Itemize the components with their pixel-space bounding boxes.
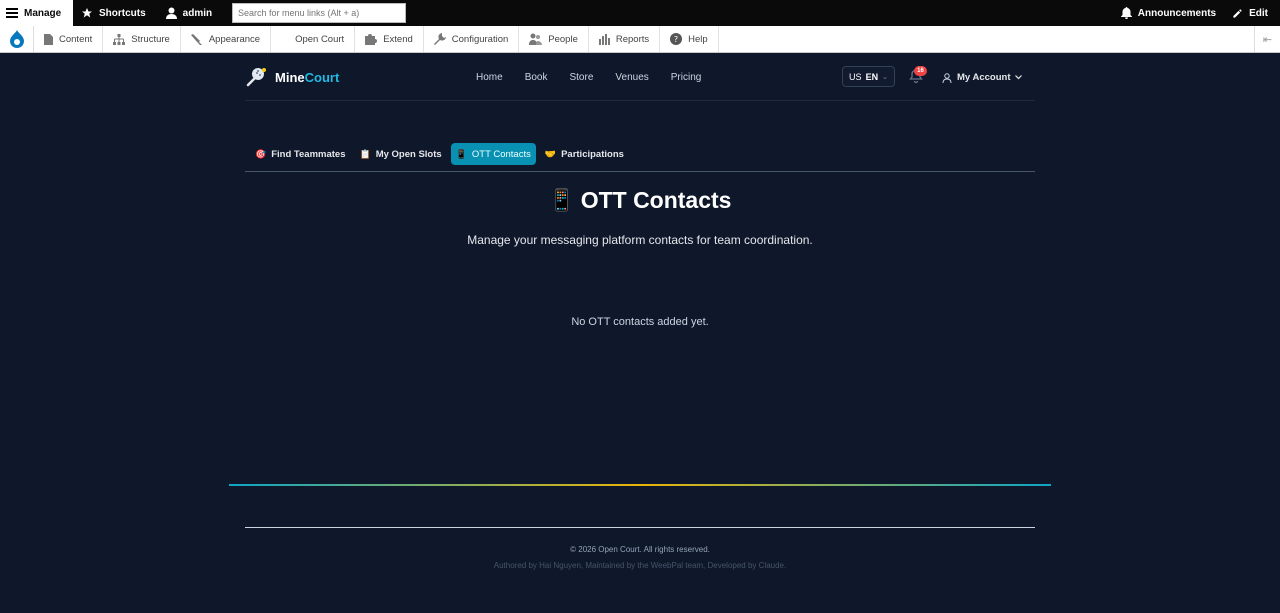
language-code: EN: [865, 71, 879, 82]
tray-item-label: Extend: [383, 33, 413, 45]
chevron-down-icon: ⌄: [882, 73, 888, 81]
tray-item-label: Help: [688, 33, 708, 45]
footer-credits: Authored by Hai Nguyen, Maintained by th…: [493, 561, 787, 570]
tab-label: OTT Contacts: [471, 148, 531, 160]
notification-count-badge: 16: [914, 66, 927, 76]
my-account-menu[interactable]: My Account: [942, 54, 1023, 101]
document-icon: [44, 33, 53, 45]
tray-item-structure[interactable]: Structure: [103, 26, 181, 52]
star-icon: [82, 8, 92, 18]
site-header: MineCourt Home Book Store Venues Pricing…: [245, 54, 1035, 101]
admin-toolbar: Manage Shortcuts admin Announcements Edi…: [0, 0, 1280, 26]
nav-venues[interactable]: Venues: [615, 72, 648, 83]
footer-copyright: © 2026 Open Court. All rights reserved.: [570, 545, 710, 554]
page-subtitle: Manage your messaging platform contacts …: [467, 233, 813, 247]
bell-icon: [1120, 7, 1132, 19]
user-label: admin: [182, 7, 213, 19]
manage-button[interactable]: Manage: [0, 0, 73, 26]
teammates-tabs: 🎯 Find Teammates 📋 My Open Slots 📱 OTT C…: [245, 143, 1035, 172]
tray-item-reports[interactable]: Reports: [589, 26, 661, 52]
structure-icon: [113, 33, 126, 45]
drupal-home-link[interactable]: [0, 26, 34, 52]
logo-text-mine: Mine: [275, 69, 305, 85]
tray-item-extend[interactable]: Extend: [355, 26, 424, 52]
tab-my-open-slots[interactable]: 📋 My Open Slots: [354, 143, 446, 165]
footer-divider: [245, 527, 1035, 528]
tray-item-content[interactable]: Content: [34, 26, 104, 52]
people-icon: [529, 33, 543, 45]
tray-collapse-button[interactable]: ⇤: [1254, 26, 1280, 52]
edit-button[interactable]: Edit: [1224, 0, 1280, 26]
tray-item-label: Content: [59, 33, 93, 45]
flag-code: US: [849, 71, 862, 82]
user-button[interactable]: admin: [154, 0, 220, 26]
tab-participations[interactable]: 🤝 Participations: [540, 143, 629, 165]
tray-item-label: People: [548, 33, 578, 45]
tab-ott-contacts[interactable]: 📱 OTT Contacts: [450, 143, 536, 165]
wrench-icon: [433, 33, 446, 45]
nav-book[interactable]: Book: [525, 72, 548, 83]
tray-item-open-court[interactable]: Open Court: [271, 26, 356, 52]
announcements-button[interactable]: Announcements: [1113, 0, 1224, 26]
tab-label: Find Teammates: [271, 148, 346, 160]
tray-item-label: Structure: [131, 33, 170, 45]
nav-home[interactable]: Home: [476, 72, 503, 83]
handshake-icon: 🤝: [544, 148, 557, 159]
tab-label: My Open Slots: [375, 148, 442, 160]
drupal-drop-icon: [9, 30, 24, 48]
shortcuts-label: Shortcuts: [99, 7, 146, 19]
tray-item-appearance[interactable]: Appearance: [181, 26, 272, 52]
admin-tray: Content Structure Appearance Open Court …: [0, 26, 1280, 53]
announcements-label: Announcements: [1137, 7, 1217, 19]
chevron-down-icon: [1015, 75, 1023, 80]
tray-item-label: Reports: [615, 33, 650, 45]
empty-state-message: No OTT contacts added yet.: [571, 316, 709, 328]
manage-label: Manage: [24, 7, 62, 19]
menu-icon: [6, 8, 18, 18]
main-nav: Home Book Store Venues Pricing: [476, 54, 701, 101]
edit-label: Edit: [1249, 7, 1268, 19]
tab-label: Participations: [561, 148, 624, 160]
tab-find-teammates[interactable]: 🎯 Find Teammates: [250, 143, 350, 165]
bar-chart-icon: [598, 33, 610, 45]
menu-search-input[interactable]: [232, 3, 406, 23]
svg-text:?: ?: [674, 35, 678, 44]
tray-item-help[interactable]: ? Help: [660, 26, 719, 52]
tray-item-people[interactable]: People: [519, 26, 589, 52]
user-icon: [942, 72, 952, 83]
page-title-text: OTT Contacts: [580, 187, 732, 213]
nav-store[interactable]: Store: [569, 72, 593, 83]
page-title: 📱 OTT Contacts: [0, 187, 1280, 214]
mobile-phone-icon: 📱: [548, 188, 575, 212]
site-logo[interactable]: MineCourt: [245, 67, 339, 87]
brush-icon: [190, 33, 202, 45]
tray-item-label: Configuration: [451, 33, 509, 45]
tray-item-configuration[interactable]: Configuration: [424, 26, 520, 52]
help-icon: ?: [670, 33, 683, 45]
shortcuts-button[interactable]: Shortcuts: [73, 0, 154, 26]
pickleball-paddle-icon: [246, 68, 266, 87]
footer-gradient-divider: [229, 484, 1051, 486]
target-icon: 🎯: [255, 148, 267, 159]
user-icon: [165, 7, 177, 19]
tray-item-label: Appearance: [208, 33, 261, 45]
account-label: My Account: [957, 72, 1011, 83]
mobile-phone-icon: 📱: [455, 148, 467, 159]
nav-pricing[interactable]: Pricing: [671, 72, 702, 83]
logo-text-court: Court: [304, 69, 340, 85]
pencil-icon: [1233, 8, 1242, 18]
tray-item-label: Open Court: [295, 33, 345, 45]
language-selector[interactable]: US EN ⌄: [842, 66, 895, 87]
puzzle-icon: [365, 33, 378, 45]
clipboard-icon: 📋: [359, 148, 371, 159]
collapse-icon: ⇤: [1262, 33, 1273, 46]
